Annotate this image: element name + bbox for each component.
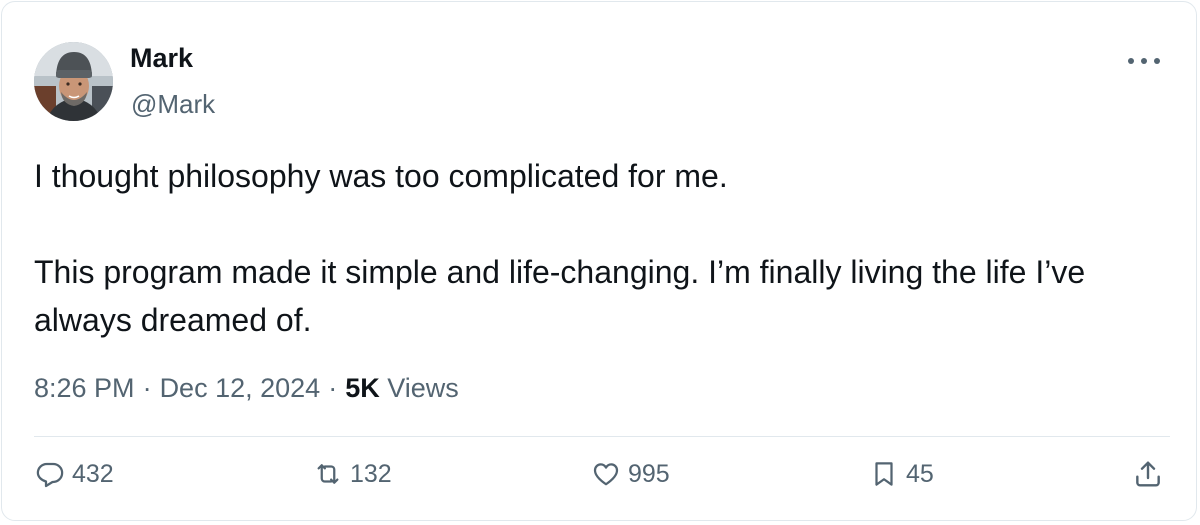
- more-horizontal-icon: [1128, 58, 1160, 64]
- avatar-photo: [34, 42, 113, 121]
- reply-bubble-icon: [34, 458, 66, 490]
- retweet-button[interactable]: 132: [312, 454, 392, 494]
- meta-separator: ·: [328, 373, 338, 403]
- heart-icon: [590, 458, 622, 490]
- reply-count: 432: [72, 459, 114, 488]
- bookmark-icon: [868, 458, 900, 490]
- author-handle[interactable]: @Mark: [131, 88, 215, 120]
- tweet-time[interactable]: 8:26 PM: [34, 373, 135, 403]
- more-options-button[interactable]: [1124, 46, 1164, 76]
- retweet-icon: [312, 458, 344, 490]
- meta-separator: ·: [142, 373, 152, 403]
- tweet-date[interactable]: Dec 12, 2024: [160, 373, 321, 403]
- tweet-text: I thought philosophy was too complicated…: [34, 152, 1174, 344]
- divider: [34, 436, 1170, 437]
- author-name[interactable]: Mark: [130, 42, 193, 74]
- tweet-card: Mark @Mark I thought philosophy was too …: [1, 1, 1197, 521]
- like-button[interactable]: 995: [590, 454, 670, 494]
- views-count: 5K: [345, 373, 380, 403]
- reply-button[interactable]: 432: [34, 454, 114, 494]
- tweet-paragraph: This program made it simple and life-cha…: [34, 254, 1086, 338]
- share-button[interactable]: [1132, 454, 1164, 494]
- action-bar: 432 132 995 45: [34, 454, 1170, 494]
- bookmark-count: 45: [906, 459, 934, 488]
- bookmark-button[interactable]: 45: [868, 454, 934, 494]
- like-count: 995: [628, 459, 670, 488]
- retweet-count: 132: [350, 459, 392, 488]
- views-label: Views: [387, 373, 459, 403]
- tweet-meta: 8:26 PM · Dec 12, 2024 · 5K Views: [34, 368, 459, 408]
- tweet-paragraph: I thought philosophy was too complicated…: [34, 158, 728, 194]
- avatar[interactable]: [34, 42, 113, 121]
- share-upload-icon: [1132, 458, 1164, 490]
